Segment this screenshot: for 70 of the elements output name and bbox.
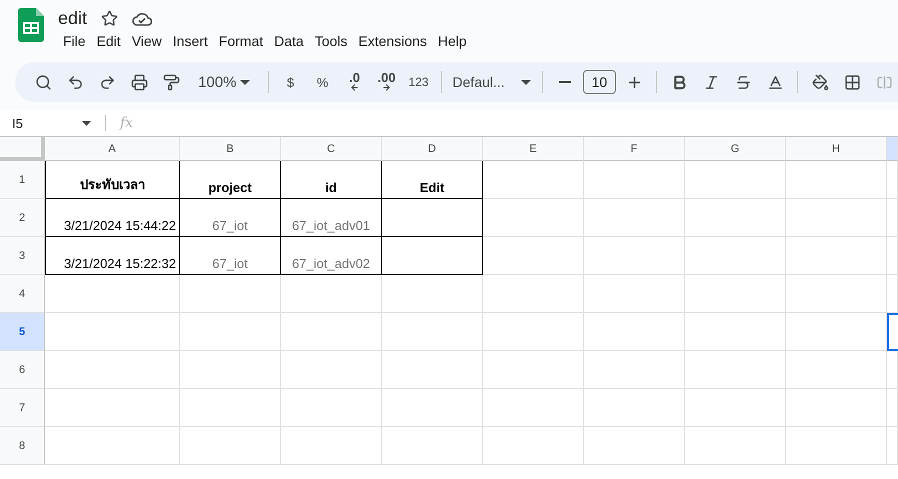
table-cell: 67_iot_adv01 bbox=[281, 199, 382, 237]
menu-item[interactable]: Extensions bbox=[353, 31, 432, 51]
strikethrough-icon bbox=[734, 74, 752, 90]
row-header[interactable]: 5 bbox=[0, 313, 45, 351]
column-heading: id bbox=[281, 161, 382, 199]
zoom-dropdown[interactable]: 100% bbox=[189, 68, 260, 96]
column-heading: ประทับเวลา bbox=[45, 161, 180, 199]
table-cell: 67_iot bbox=[180, 237, 281, 275]
font-dropdown[interactable]: Defaul... bbox=[450, 68, 534, 96]
cloud-check-icon[interactable] bbox=[132, 12, 152, 26]
paint-roller-icon bbox=[162, 74, 180, 90]
spreadsheet-logo-icon[interactable] bbox=[18, 8, 44, 42]
column-header[interactable]: H bbox=[786, 137, 887, 161]
document-title[interactable]: edit bbox=[58, 8, 88, 29]
caret-icon bbox=[240, 80, 250, 84]
search-icon bbox=[34, 74, 52, 90]
row-header[interactable]: 3 bbox=[0, 237, 45, 275]
caret-icon bbox=[82, 120, 91, 126]
number-format-button[interactable]: 123 bbox=[404, 68, 433, 96]
column-heading: Edit bbox=[382, 161, 483, 199]
column-header[interactable]: F bbox=[584, 137, 685, 161]
table-cell: 67_iot bbox=[180, 199, 281, 237]
select-all-corner[interactable] bbox=[0, 137, 45, 161]
column-header[interactable]: D bbox=[382, 137, 483, 161]
menu-item[interactable]: View bbox=[126, 31, 167, 51]
row-header[interactable]: 6 bbox=[0, 351, 45, 389]
column-header[interactable]: B bbox=[180, 137, 281, 161]
paint-bucket-icon bbox=[812, 74, 829, 90]
arrow-right-icon bbox=[382, 83, 392, 92]
timestamp-cell: 3/21/2024 15:44:22 bbox=[45, 199, 180, 237]
font-size-field[interactable]: 10 bbox=[582, 70, 616, 94]
column-header[interactable]: G bbox=[685, 137, 786, 161]
percent-button[interactable]: % bbox=[308, 68, 337, 96]
timestamp-cell: 3/21/2024 15:22:32 bbox=[45, 237, 180, 275]
column-header[interactable]: A bbox=[45, 137, 180, 161]
column-header[interactable] bbox=[887, 137, 898, 161]
redo-icon bbox=[98, 74, 116, 90]
row-header[interactable]: 1 bbox=[0, 161, 45, 199]
menu-item[interactable]: Insert bbox=[168, 31, 213, 51]
undo-icon bbox=[66, 74, 84, 90]
merge-icon bbox=[876, 74, 893, 90]
increase-decimal-button[interactable]: .00 bbox=[372, 68, 401, 96]
menu-item[interactable]: Help bbox=[432, 31, 472, 51]
grid-cell[interactable] bbox=[382, 199, 483, 237]
star-icon[interactable] bbox=[101, 10, 118, 27]
row-header[interactable]: 8 bbox=[0, 427, 45, 465]
row-header[interactable]: 2 bbox=[0, 199, 45, 237]
function-label: fx bbox=[105, 115, 134, 131]
minus-icon bbox=[558, 81, 571, 83]
printer-icon bbox=[130, 74, 148, 90]
menu-item[interactable]: File bbox=[58, 31, 91, 51]
menu-item[interactable]: Edit bbox=[92, 31, 126, 51]
row-header[interactable]: 4 bbox=[0, 275, 45, 313]
menu-item[interactable]: Data bbox=[269, 31, 309, 51]
arrow-left-icon bbox=[350, 83, 360, 92]
row-header[interactable]: 7 bbox=[0, 389, 45, 427]
menu-item[interactable]: Tools bbox=[310, 31, 352, 51]
cell-reference[interactable]: I5 bbox=[0, 116, 82, 130]
selected-cell[interactable] bbox=[887, 313, 898, 351]
table-cell: 67_iot_adv02 bbox=[281, 237, 382, 275]
menu-item[interactable]: Format bbox=[214, 31, 268, 51]
column-heading: project bbox=[180, 161, 281, 199]
grid-cell[interactable] bbox=[382, 237, 483, 275]
caret-icon bbox=[520, 80, 531, 84]
text-color-icon bbox=[766, 74, 784, 90]
column-header[interactable]: C bbox=[281, 137, 382, 161]
decrease-decimal-button[interactable]: .0 bbox=[340, 68, 369, 96]
borders-icon bbox=[844, 74, 861, 90]
column-header[interactable]: E bbox=[483, 137, 584, 161]
currency-button[interactable]: $ bbox=[276, 68, 305, 96]
